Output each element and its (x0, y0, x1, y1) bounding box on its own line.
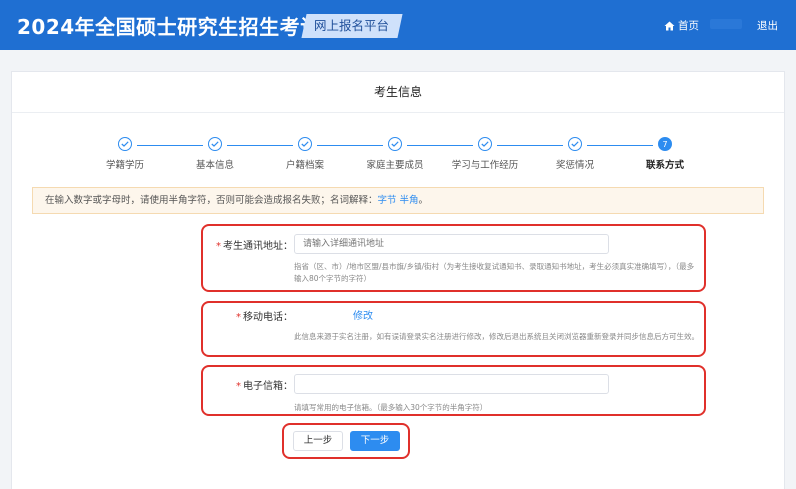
address-hint: 指省（区、市）/地市区盟/县市旗/乡镇/街村（为考生接收复试通知书、录取通知书地… (294, 262, 695, 283)
step-number: 7 (658, 137, 672, 151)
check-icon (298, 137, 312, 151)
step-label: 家庭主要成员 (366, 160, 424, 171)
phone-label: * 移动电话： (236, 312, 293, 323)
check-icon (208, 137, 222, 151)
check-icon (568, 137, 582, 151)
home-link[interactable]: 首页 (664, 18, 699, 33)
home-icon (664, 21, 675, 30)
step-label: 奖惩情况 (555, 160, 594, 171)
user-info (710, 19, 742, 29)
step-label: 学习与工作经历 (451, 160, 519, 171)
step-item: 家庭主要成员 (345, 137, 445, 171)
step-item: 奖惩情况 (525, 137, 625, 171)
step-label: 户籍档案 (285, 160, 324, 171)
app-title: 2024年全国硕士研究生招生考试 (17, 15, 321, 39)
address-input[interactable] (294, 234, 609, 254)
step-item: 户籍档案 (255, 137, 355, 171)
step-item: 学习与工作经历 (435, 137, 535, 171)
phone-edit-link[interactable]: 修改 (353, 307, 373, 322)
check-icon (388, 137, 402, 151)
platform-badge: 网上报名平台 (301, 14, 403, 38)
notice-text: 在输入数字或字母时，请使用半角字符，否则可能会造成报名失败；名词解释： (45, 195, 378, 206)
step-label: 基本信息 (195, 160, 234, 171)
step-item: 基本信息 (165, 137, 265, 171)
page-title: 考生信息 (12, 72, 784, 113)
check-icon (478, 137, 492, 151)
logout-link[interactable]: 退出 (757, 18, 778, 33)
step-item-active: 7 联系方式 (615, 137, 715, 171)
email-input[interactable] (294, 374, 609, 394)
phone-hint: 此信息来源于实名注册，如有误请登录实名注册进行修改，修改后退出系统且关闭浏览器重… (294, 332, 699, 341)
glossary-links[interactable]: 字节 半角 (378, 195, 419, 206)
notice-banner: 在输入数字或字母时，请使用半角字符，否则可能会造成报名失败；名词解释：字节 半角… (32, 187, 764, 214)
notice-end: 。 (418, 195, 429, 206)
check-icon (118, 137, 132, 151)
step-item: 学籍学历 (75, 137, 175, 171)
address-label: * 考生通讯地址： (216, 241, 293, 252)
prev-step-button[interactable]: 上一步 (293, 431, 343, 451)
main-card: 考生信息 学籍学历 基本信息 户籍档案 家庭主要成员 学习与工作经历 奖惩情况 … (11, 71, 785, 489)
step-label: 学籍学历 (105, 160, 144, 171)
top-header: 2024年全国硕士研究生招生考试 网上报名平台 首页 退出 (0, 0, 796, 50)
email-label: * 电子信箱： (236, 381, 293, 392)
next-step-button[interactable]: 下一步 (350, 431, 400, 451)
home-label: 首页 (678, 20, 699, 32)
email-hint: 请填写常用的电子信箱。（最多输入30个字节的半角字符） (294, 403, 488, 412)
step-label: 联系方式 (645, 160, 684, 171)
